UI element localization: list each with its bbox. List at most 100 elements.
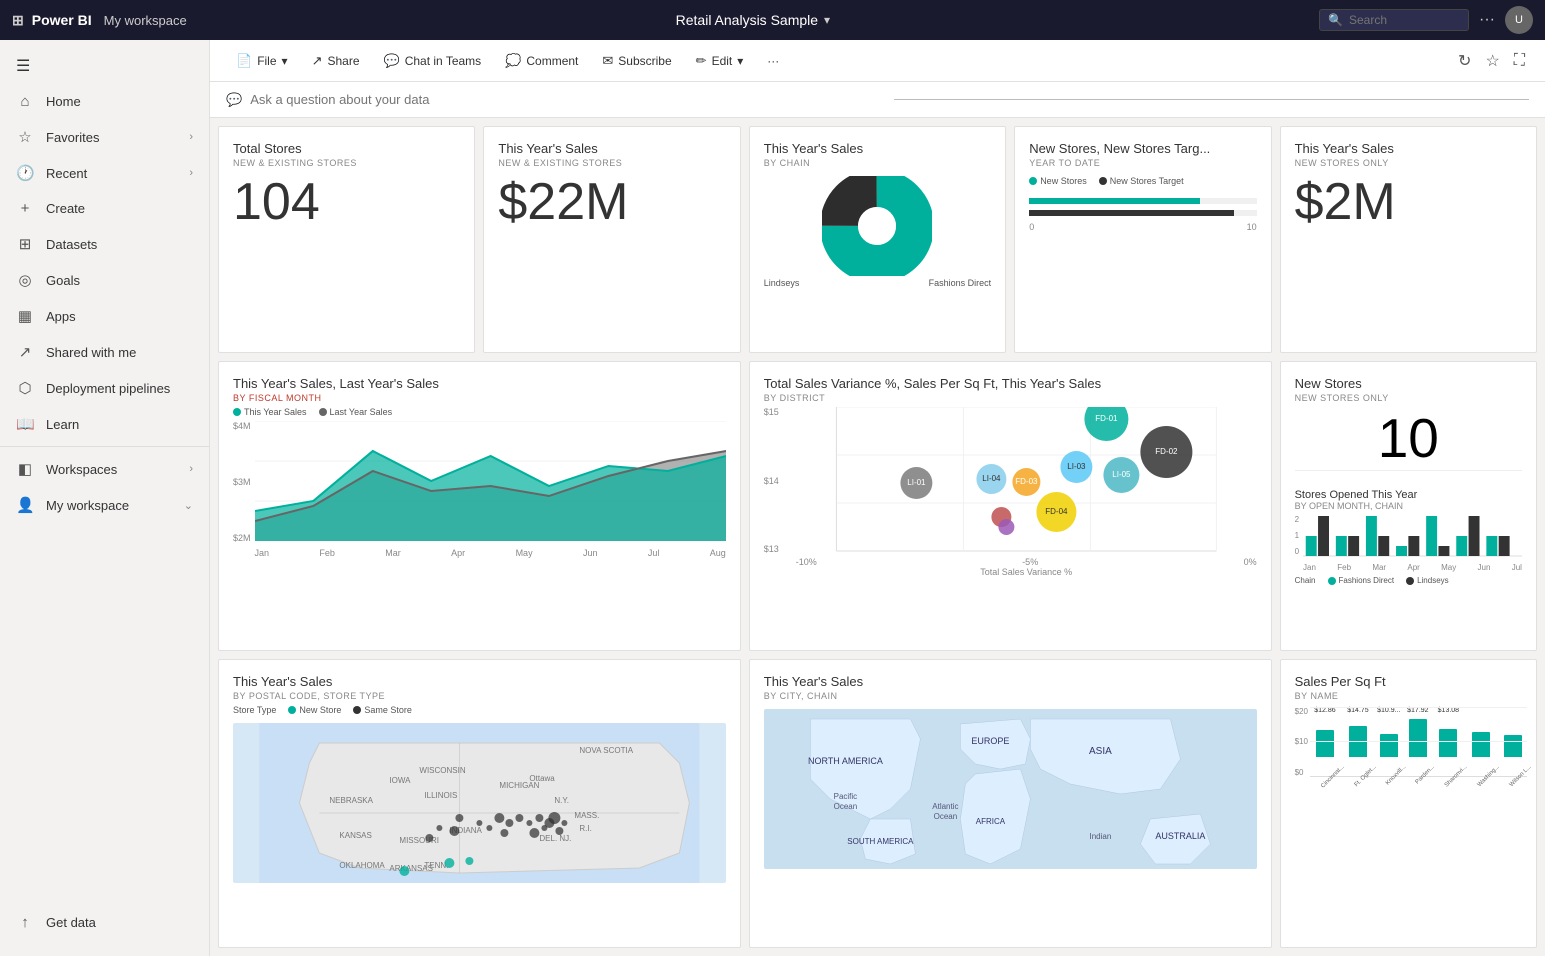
sidebar-label-pipelines: Deployment pipelines (46, 381, 170, 396)
svg-text:NJ.: NJ. (559, 834, 571, 843)
share-button[interactable]: ↗ Share (302, 48, 370, 74)
card-sales-new-only[interactable]: This Year's Sales NEW STORES ONLY $2M (1280, 126, 1537, 353)
target-track-new (1029, 198, 1256, 204)
sidebar-item-shared[interactable]: ↗ Shared with me (0, 334, 209, 370)
hamburger-icon[interactable]: ☰ (0, 48, 209, 84)
card-variance[interactable]: Total Sales Variance %, Sales Per Sq Ft,… (749, 361, 1272, 650)
sidebar-item-myworkspace[interactable]: 👤 My workspace ⌄ (0, 487, 209, 523)
svg-text:KANSAS: KANSAS (339, 831, 371, 840)
svg-text:Ocean: Ocean (833, 802, 857, 811)
title-chevron-icon[interactable]: ▾ (824, 13, 830, 27)
fiscal-y-axis: $4M $3M $2M (233, 421, 251, 561)
card-sales-chain[interactable]: This Year's Sales BY CHAIN Lindseys Fash… (749, 126, 1006, 353)
recent-icon: 🕐 (16, 164, 34, 182)
sidebar-item-datasets[interactable]: ⊞ Datasets (0, 226, 209, 262)
card-total-stores[interactable]: Total Stores NEW & EXISTING STORES 104 (218, 126, 475, 353)
search-box[interactable]: 🔍 (1319, 9, 1469, 31)
comment-icon: 💭 (505, 53, 521, 69)
city-chain-title: This Year's Sales (764, 674, 1257, 689)
new-stores-title: New Stores (1295, 376, 1522, 391)
sidebar-item-recent[interactable]: 🕐 Recent › (0, 155, 209, 191)
variance-x-axis: -10% -5% 0% (796, 557, 1257, 567)
sales-no-title: This Year's Sales (1295, 141, 1522, 156)
file-icon: 📄 (236, 53, 252, 69)
fullscreen-button[interactable]: ⛶ (1510, 48, 1529, 74)
world-map: NORTH AMERICA SOUTH AMERICA EUROPE ASIA … (764, 709, 1257, 869)
qa-input[interactable] (250, 92, 885, 107)
stores-opened-title: Stores Opened This Year (1295, 489, 1522, 501)
sales-ne-subtitle: NEW & EXISTING STORES (498, 158, 725, 168)
content-area: 📄 File ▾ ↗ Share 💬 Chat in Teams 💭 Comme… (210, 40, 1545, 956)
ns-target-title: New Stores, New Stores Targ... (1029, 141, 1256, 156)
sidebar-item-home[interactable]: ⌂ Home (0, 84, 209, 119)
svg-text:WISCONSIN: WISCONSIN (419, 766, 465, 775)
more-options-button[interactable]: ··· (757, 49, 789, 73)
fiscal-title: This Year's Sales, Last Year's Sales (233, 376, 726, 391)
fiscal-legend: This Year Sales Last Year Sales (233, 407, 726, 417)
chain-label-fashions: Fashions Direct (929, 278, 992, 288)
target-fill-new (1029, 198, 1200, 204)
edit-button[interactable]: ✏ Edit ▾ (686, 48, 754, 74)
svg-text:N.Y.: N.Y. (554, 796, 569, 805)
myworkspace-icon: 👤 (16, 496, 34, 514)
topbar-center: Retail Analysis Sample ▾ (199, 12, 1307, 28)
target-chart: 0 10 (1029, 198, 1256, 232)
sqft-y-axis: $20 $10 $0 (1295, 707, 1308, 797)
favorite-button[interactable]: ☆ (1481, 47, 1503, 75)
sidebar-item-apps[interactable]: ▦ Apps (0, 298, 209, 334)
card-sales-new-exist[interactable]: This Year's Sales NEW & EXISTING STORES … (483, 126, 740, 353)
more-options-icon[interactable]: ··· (1479, 11, 1495, 29)
card-new-stores[interactable]: New Stores NEW STORES ONLY 10 Stores Ope… (1280, 361, 1537, 650)
subscribe-icon: ✉ (602, 53, 613, 69)
edit-icon: ✏ (696, 53, 707, 69)
fiscal-chart-area: Jan Feb Mar Apr May Jun Jul Aug (255, 421, 726, 561)
total-stores-subtitle: NEW & EXISTING STORES (233, 158, 460, 168)
card-sales-sqft[interactable]: Sales Per Sq Ft BY NAME $20 $10 $0 (1280, 659, 1537, 948)
sidebar-label-getdata: Get data (46, 915, 96, 930)
sidebar-item-create[interactable]: + Create (0, 191, 209, 226)
avatar[interactable]: U (1505, 6, 1533, 34)
sidebar-item-getdata[interactable]: ↑ Get data (0, 905, 209, 940)
svg-text:ASIA: ASIA (1089, 746, 1112, 757)
store-type-label: Store Type (233, 705, 276, 715)
pie-chart: Lindseys Fashions Direct (764, 176, 991, 288)
us-map-svg: WISCONSIN NOVA SCOTIA NEBRASKA ILLINOIS … (233, 723, 726, 883)
sqft-chart-container: $20 $10 $0 $12.86 (1295, 707, 1522, 797)
card-fiscal-month[interactable]: This Year's Sales, Last Year's Sales BY … (218, 361, 741, 650)
sob-legend: Chain Fashions Direct Lindseys (1295, 576, 1522, 585)
search-input[interactable] (1349, 13, 1460, 27)
fiscal-chart-container: $4M $3M $2M (233, 421, 726, 561)
svg-text:EUROPE: EUROPE (971, 736, 1009, 746)
sidebar-label-goals: Goals (46, 273, 80, 288)
grid-icon[interactable]: ⊞ (12, 12, 24, 29)
postal-legend: Store Type New Store Same Store (233, 705, 726, 715)
sidebar-item-workspaces[interactable]: ◧ Workspaces › (0, 451, 209, 487)
file-button[interactable]: 📄 File ▾ (226, 48, 298, 74)
subscribe-button[interactable]: ✉ Subscribe (592, 48, 681, 74)
svg-text:SOUTH AMERICA: SOUTH AMERICA (847, 837, 914, 846)
svg-text:FD-04: FD-04 (1045, 507, 1068, 516)
qa-bar: 💬 (210, 82, 1545, 118)
svg-text:AFRICA: AFRICA (976, 817, 1006, 826)
chat-button[interactable]: 💬 Chat in Teams (374, 48, 492, 74)
sob-chart-area: Jan Feb Mar Apr May Jun Jul (1303, 515, 1522, 572)
card-city-chain[interactable]: This Year's Sales BY CITY, CHAIN (749, 659, 1272, 948)
comment-button[interactable]: 💭 Comment (495, 48, 588, 74)
topbar: ⊞ Power BI My workspace Retail Analysis … (0, 0, 1545, 40)
card-postal[interactable]: This Year's Sales BY POSTAL CODE, STORE … (218, 659, 741, 948)
sidebar-item-goals[interactable]: ◎ Goals (0, 262, 209, 298)
sales-ne-title: This Year's Sales (498, 141, 725, 156)
sidebar-item-pipelines[interactable]: ⬡ Deployment pipelines (0, 370, 209, 406)
workspace-label[interactable]: My workspace (104, 13, 187, 28)
sidebar-item-learn[interactable]: 📖 Learn (0, 406, 209, 442)
sidebar-label-datasets: Datasets (46, 237, 97, 252)
lindseys-dot (1406, 577, 1414, 585)
legend-same-store: Same Store (353, 705, 412, 715)
city-chain-subtitle: BY CITY, CHAIN (764, 691, 1257, 701)
sidebar-item-favorites[interactable]: ☆ Favorites › (0, 119, 209, 155)
card-new-stores-target[interactable]: New Stores, New Stores Targ... YEAR TO D… (1014, 126, 1271, 353)
datasets-icon: ⊞ (16, 235, 34, 253)
goals-icon: ◎ (16, 271, 34, 289)
new-store-dot (288, 706, 296, 714)
refresh-button[interactable]: ↻ (1454, 47, 1475, 75)
